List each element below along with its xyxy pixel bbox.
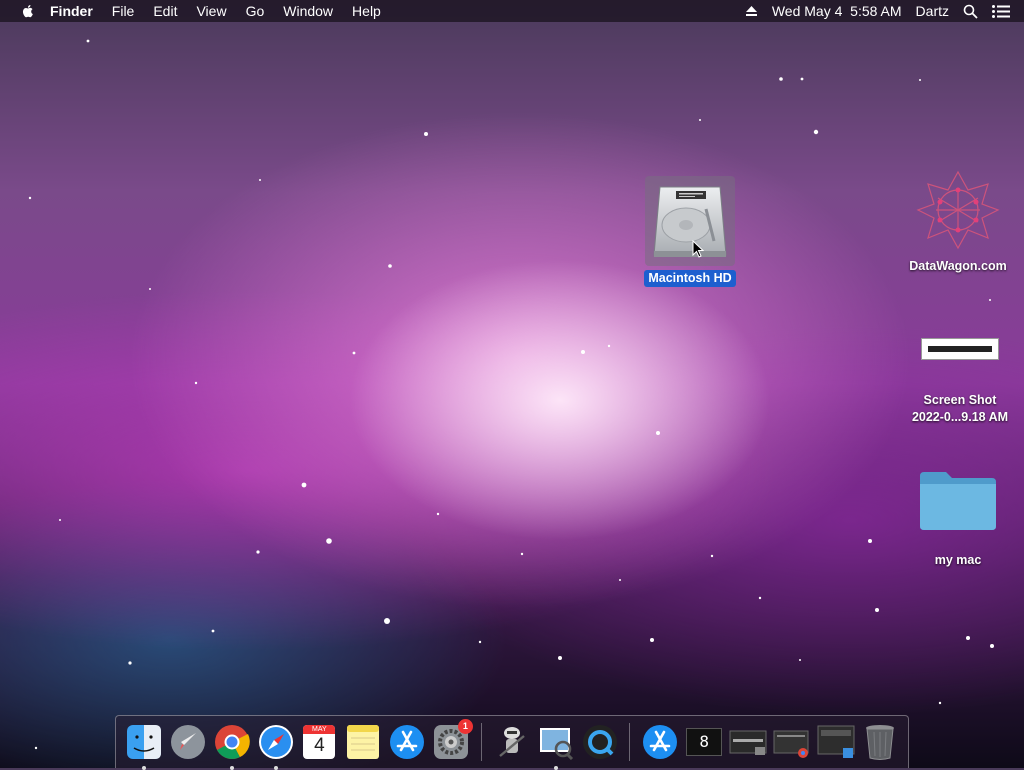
screenshot-label-line2: 2022-0...9.18 AM <box>911 410 1009 424</box>
desktop-icon-screenshot[interactable]: Screen Shot 2022-0...9.18 AM <box>898 332 1022 426</box>
notification-badge: 1 <box>457 719 473 734</box>
app-store-icon <box>643 725 678 759</box>
menu-edit[interactable]: Edit <box>153 0 177 22</box>
dock-notes[interactable] <box>344 723 382 761</box>
dock-separator <box>629 723 631 761</box>
downloads-stack-icon <box>773 730 809 758</box>
menu-help[interactable]: Help <box>352 0 381 22</box>
running-indicator <box>142 766 146 770</box>
screenshot-label-line1: Screen Shot <box>923 393 997 407</box>
dock-trash[interactable] <box>861 723 899 761</box>
dock-app-store-folder[interactable] <box>641 723 679 761</box>
apple-menu-icon[interactable] <box>20 3 36 19</box>
dock-app-store[interactable] <box>388 723 426 761</box>
menu-bar-clock[interactable]: Wed May 4 5:58 AM <box>772 0 902 22</box>
menu-go[interactable]: Go <box>246 0 265 22</box>
dock-preview[interactable] <box>537 723 575 770</box>
notes-icon <box>347 725 380 759</box>
terminal-thumbnail: 8 <box>686 728 723 756</box>
dock-screenshot-stack[interactable] <box>729 723 767 761</box>
chrome-icon <box>214 725 250 759</box>
running-indicator <box>553 766 558 770</box>
dock-automator[interactable] <box>493 723 531 761</box>
menu-file[interactable]: File <box>112 0 135 22</box>
screenshot-stack-icon <box>729 730 767 755</box>
dock-quicktime[interactable] <box>581 723 619 761</box>
drive-label: Macintosh HD <box>644 270 736 287</box>
preview-icon <box>539 728 573 760</box>
wallpaper-stars <box>28 39 994 750</box>
dock-documents-stack[interactable] <box>817 723 855 761</box>
calendar-month: MAY <box>303 725 336 734</box>
network-star-icon <box>916 170 1000 250</box>
hard-drive-icon <box>653 186 727 257</box>
trash-icon <box>866 725 895 760</box>
mouse-cursor-icon <box>692 240 704 258</box>
dock-chrome[interactable] <box>213 723 251 770</box>
menu-bar-status: Wed May 4 5:58 AM Dartz <box>745 0 1024 22</box>
drive-selection-frame <box>645 176 735 266</box>
dock: MAY 4 1 8 <box>115 715 909 770</box>
calendar-icon: MAY 4 <box>303 725 336 759</box>
menu-bar: Finder File Edit View Go Window Help Wed… <box>0 0 1024 22</box>
notification-center-icon[interactable] <box>992 4 1010 18</box>
desktop-icon-datawagon[interactable]: DataWagon.com <box>898 168 1018 275</box>
automator-robot-icon <box>499 727 525 757</box>
launchpad-rocket-icon <box>170 725 205 759</box>
menu-window[interactable]: Window <box>283 0 333 22</box>
menu-bar-user[interactable]: Dartz <box>916 0 949 22</box>
running-indicator <box>229 766 234 770</box>
documents-stack-icon <box>817 725 855 758</box>
menu-app-finder[interactable]: Finder <box>50 0 93 22</box>
dock-launchpad[interactable] <box>169 723 207 761</box>
calendar-day: 4 <box>314 735 325 756</box>
screenshot-thumbnail <box>921 338 999 360</box>
finder-icon <box>126 725 161 759</box>
app-store-icon <box>390 725 425 759</box>
dock-safari[interactable] <box>257 723 295 770</box>
folder-icon <box>920 472 996 530</box>
dock-downloads-stack[interactable] <box>773 723 811 761</box>
folder-label: my mac <box>934 553 982 567</box>
dock-system-preferences[interactable]: 1 <box>432 719 473 761</box>
eject-icon[interactable] <box>745 5 758 17</box>
desktop-icon-my-mac-folder[interactable]: my mac <box>900 468 1016 569</box>
spotlight-search-icon[interactable] <box>963 4 978 19</box>
menu-view[interactable]: View <box>196 0 226 22</box>
running-indicator <box>273 766 278 770</box>
dock-finder[interactable] <box>125 723 163 770</box>
datawagon-label: DataWagon.com <box>909 259 1007 273</box>
desktop-icon-macintosh-hd[interactable]: Macintosh HD <box>640 176 740 287</box>
dock-terminal-stack[interactable]: 8 <box>685 723 723 761</box>
dock-calendar[interactable]: MAY 4 <box>300 723 338 761</box>
dock-separator <box>480 723 482 761</box>
safari-compass-icon <box>258 725 293 759</box>
quicktime-icon <box>582 725 617 759</box>
